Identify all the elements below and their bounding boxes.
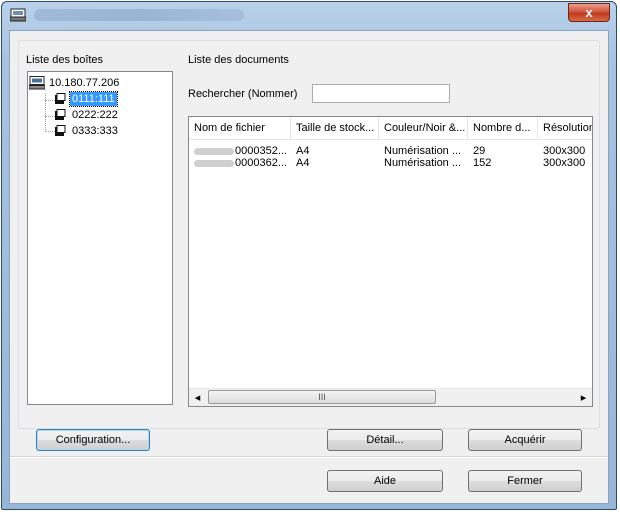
cell-pages: 29 [473, 145, 486, 157]
cell-resolution: 300x300 [543, 157, 586, 169]
redacted-prefix [194, 159, 234, 167]
document-box-icon [52, 92, 68, 106]
column-header-resolution[interactable]: Résolution [538, 117, 592, 139]
tree-item-label: 0333:333 [72, 125, 118, 137]
tree-item-label: 0222:222 [72, 109, 118, 121]
column-header-color[interactable]: Couleur/Noir &... [379, 117, 468, 139]
close-button[interactable]: Fermer [468, 470, 582, 492]
scroll-left-button[interactable]: ◂ [189, 389, 206, 406]
acquire-button[interactable]: Acquérir [468, 429, 582, 451]
network-computer-icon [29, 76, 45, 90]
box-tree[interactable]: 10.180.77.206 0111:111 0222:222 0333:333 [27, 71, 173, 405]
list-header: Nom de fichier Taille de stock... Couleu… [189, 117, 592, 140]
tree-item-0333[interactable]: 0333:333 [52, 123, 120, 139]
cell-size: A4 [296, 157, 310, 169]
tree-item-0222[interactable]: 0222:222 [52, 107, 120, 123]
cell-color: Numérisation ... [384, 157, 462, 169]
cell-size: A4 [296, 145, 310, 157]
window-title [34, 9, 244, 21]
documents-label: Liste des documents [188, 54, 289, 66]
search-label: Rechercher (Nommer) [188, 88, 298, 100]
title-bar[interactable]: x [2, 2, 616, 30]
tree-root-label: 10.180.77.206 [49, 77, 120, 89]
tree-root[interactable]: 10.180.77.206 [29, 75, 121, 91]
scanner-icon [10, 8, 26, 22]
dialog-client: Liste des boîtes 10.180.77.206 0111:111 … [9, 30, 609, 504]
cell-pages: 152 [473, 157, 492, 169]
scroll-right-button[interactable]: ▸ [575, 389, 592, 406]
detail-button[interactable]: Détail... [327, 429, 443, 451]
document-box-icon [52, 124, 68, 138]
cell-resolution: 300x300 [543, 145, 586, 157]
table-row[interactable]: 0000362... A4 Numérisation ... 152 300x3… [189, 157, 592, 169]
boxes-label: Liste des boîtes [26, 54, 104, 66]
document-box-icon [52, 108, 68, 122]
document-list[interactable]: Nom de fichier Taille de stock... Couleu… [188, 116, 593, 407]
column-header-size[interactable]: Taille de stock... [291, 117, 379, 139]
button-separator [10, 456, 608, 458]
configuration-button[interactable]: Configuration... [36, 429, 150, 451]
horizontal-scrollbar[interactable]: ◂ III ▸ [189, 388, 592, 406]
tree-item-0111[interactable]: 0111:111 [52, 91, 118, 107]
cell-filename: 0000352... [189, 145, 291, 157]
scroll-thumb[interactable]: III [208, 390, 436, 404]
cell-color: Numérisation ... [384, 145, 462, 157]
search-input[interactable] [312, 84, 450, 103]
window-close-button[interactable]: x [568, 3, 610, 22]
redacted-prefix [194, 147, 234, 155]
column-header-filename[interactable]: Nom de fichier [189, 117, 291, 139]
table-row[interactable]: 0000352... A4 Numérisation ... 29 300x30… [189, 145, 592, 157]
tree-item-label: 0111:111 [69, 91, 118, 107]
cell-filename: 0000362... [189, 157, 291, 169]
column-header-pages[interactable]: Nombre d... [468, 117, 538, 139]
app-window: x Liste des boîtes 10.180.77.206 0111:11… [1, 1, 617, 510]
help-button[interactable]: Aide [327, 470, 443, 492]
